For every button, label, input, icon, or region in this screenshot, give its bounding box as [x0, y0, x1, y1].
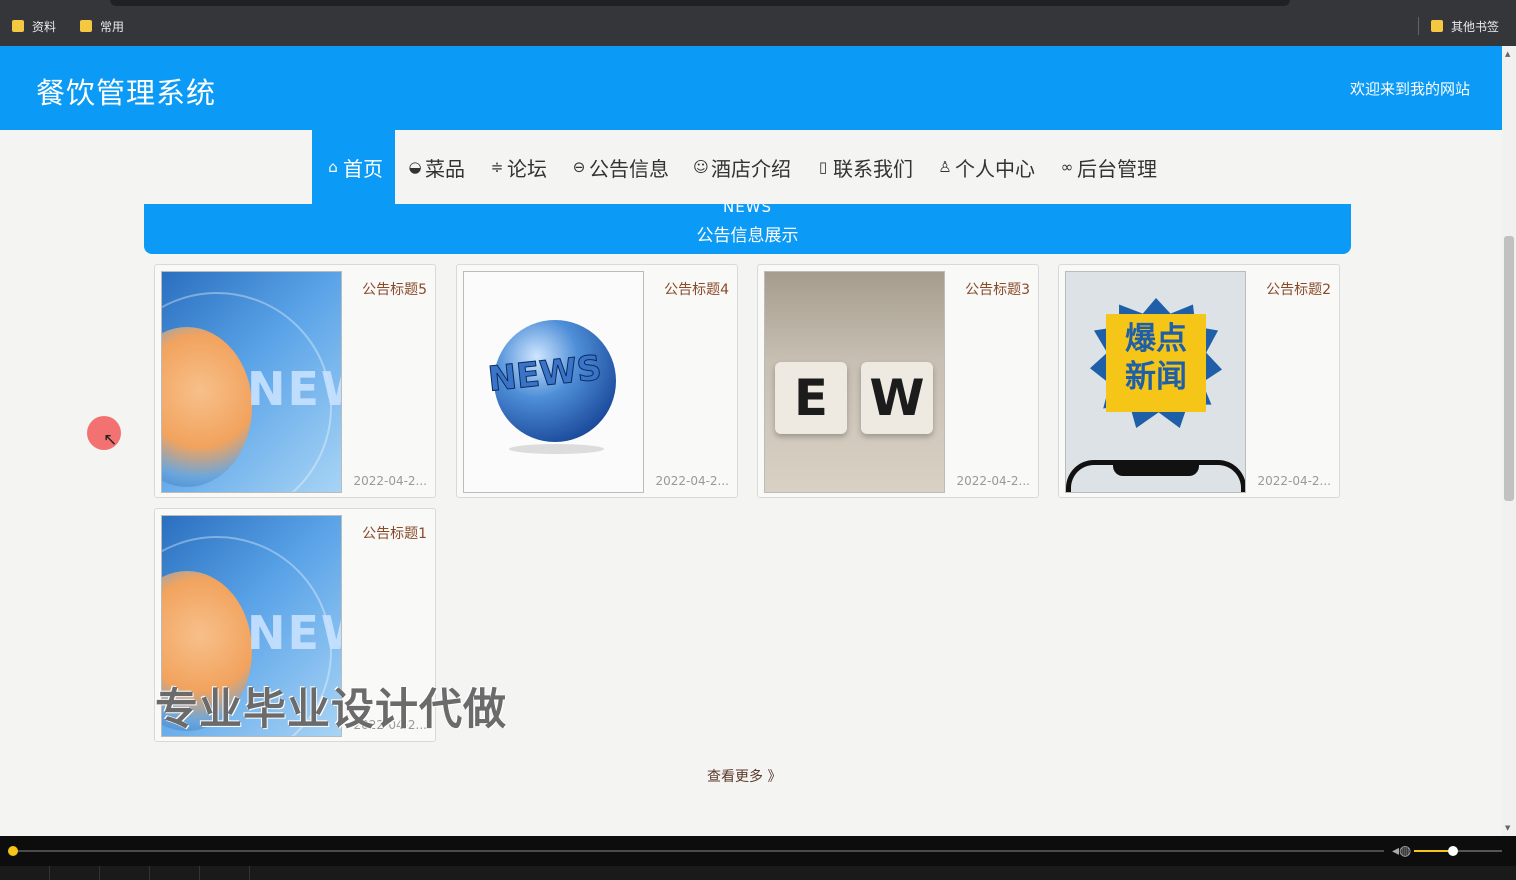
letter-block: E	[775, 362, 847, 434]
nav-item-forum[interactable]: ≑ 论坛	[477, 130, 559, 204]
sliders-icon: ≑	[490, 158, 504, 176]
nav-label: 酒店介绍	[711, 156, 791, 181]
address-bar[interactable]	[110, 0, 1290, 6]
scroll-up-icon[interactable]: ▲	[1505, 50, 1510, 58]
folder-icon	[80, 20, 92, 32]
home-icon: ⌂	[328, 158, 338, 176]
news-card[interactable]: E W 公告标题3 2022-04-2...	[757, 264, 1039, 498]
news-thumbnail[interactable]: 爆点 新闻	[1065, 271, 1246, 493]
notice-icon: ⊖	[572, 158, 586, 176]
globe-shadow	[509, 444, 604, 454]
nav-item-home[interactable]: ⌂ 首页	[312, 130, 395, 204]
card-title[interactable]: 公告标题4	[664, 279, 729, 299]
letter-block: W	[861, 362, 933, 434]
news-banner: NEWS 公告信息展示	[144, 204, 1351, 254]
nav-item-dishes[interactable]: ◒ 菜品	[395, 130, 477, 204]
card-date: 2022-04-2...	[655, 474, 729, 488]
nav-label: 后台管理	[1077, 156, 1157, 181]
nav-item-admin[interactable]: ∞ 后台管理	[1047, 130, 1169, 204]
contact-icon: ▯	[818, 158, 828, 176]
volume-icon[interactable]: ◂◍	[1392, 843, 1411, 859]
bowl-icon: ◒	[408, 158, 422, 176]
folder-icon	[1431, 20, 1443, 32]
site-header: 餐饮管理系统 欢迎来到我的网站	[0, 46, 1502, 130]
hotel-icon: ☺	[693, 158, 709, 176]
nav-label: 菜品	[425, 156, 465, 181]
control-slot[interactable]	[100, 866, 150, 880]
burst-line: 新闻	[1125, 359, 1187, 395]
news-thumbnail[interactable]: NEWS	[463, 271, 644, 493]
browser-toolbar: 资料 常用 其他书签	[0, 0, 1516, 46]
control-slot[interactable]	[200, 866, 250, 880]
thumbnail-text: NEW	[247, 362, 341, 416]
player-controls-strip	[0, 866, 1516, 880]
site-title: 餐饮管理系统	[36, 76, 217, 110]
nav-label: 联系我们	[833, 156, 913, 181]
bookmark-changyong[interactable]: 常用	[80, 17, 124, 35]
news-heading-cn: 公告信息展示	[696, 226, 799, 246]
bookmark-other[interactable]: 其他书签	[1431, 17, 1499, 35]
burst-line: 爆点	[1125, 321, 1187, 357]
news-thumbnail[interactable]: E W	[764, 271, 945, 493]
cursor-arrow-icon: ↖	[103, 430, 118, 450]
news-card[interactable]: NEW 公告标题5 2022-04-2...	[154, 264, 436, 498]
volume-handle[interactable]	[1448, 846, 1458, 856]
nav-item-hotel[interactable]: ☺ 酒店介绍	[681, 130, 803, 204]
news-card[interactable]: NEWS 公告标题4 2022-04-2...	[456, 264, 738, 498]
video-player-bar: ◂◍	[0, 836, 1516, 880]
user-icon: ♙	[938, 158, 952, 176]
nav-label: 个人中心	[955, 156, 1035, 181]
card-title[interactable]: 公告标题1	[362, 523, 427, 543]
scroll-down-icon[interactable]: ▼	[1505, 824, 1510, 832]
nav-label: 首页	[343, 156, 383, 181]
nav-item-profile[interactable]: ♙ 个人中心	[925, 130, 1047, 204]
nav-label: 论坛	[507, 156, 547, 181]
welcome-text: 欢迎来到我的网站	[1349, 80, 1470, 98]
view-more-link[interactable]: 查看更多 》	[707, 766, 781, 786]
bookmark-label: 常用	[100, 19, 125, 34]
bookmark-divider	[1418, 17, 1419, 35]
news-heading-en: NEWS	[722, 204, 773, 216]
bookmark-ziliao[interactable]: 资料	[12, 17, 56, 35]
progress-handle[interactable]	[8, 846, 18, 856]
nav-item-contact[interactable]: ▯ 联系我们	[803, 130, 925, 204]
watermark-text: 专业毕业设计代做	[155, 685, 507, 735]
control-slot[interactable]	[50, 866, 100, 880]
bookmark-label: 其他书签	[1451, 19, 1500, 34]
card-title[interactable]: 公告标题3	[965, 279, 1030, 299]
phone-notch	[1113, 462, 1199, 476]
progress-track[interactable]	[12, 850, 1384, 852]
card-date: 2022-04-2...	[956, 474, 1030, 488]
news-thumbnail[interactable]: NEW	[161, 271, 342, 493]
card-title[interactable]: 公告标题2	[1266, 279, 1331, 299]
nav-item-notice[interactable]: ⊖ 公告信息	[559, 130, 681, 204]
card-date: 2022-04-2...	[353, 474, 427, 488]
main-nav: ⌂ 首页 ◒ 菜品 ≑ 论坛 ⊖ 公告信息 ☺ 酒店介绍 ▯ 联系我们 ♙ 个人…	[312, 130, 1169, 204]
page-scrollbar[interactable]: ▲ ▼	[1502, 46, 1516, 836]
control-slot[interactable]	[0, 866, 50, 880]
thumbnail-text: NEW	[247, 606, 341, 660]
card-title[interactable]: 公告标题5	[362, 279, 427, 299]
control-slot[interactable]	[150, 866, 200, 880]
bookmark-label: 资料	[32, 19, 57, 34]
folder-icon	[12, 20, 24, 32]
link-icon: ∞	[1060, 158, 1074, 176]
burst-text: 爆点 新闻	[1106, 320, 1206, 396]
card-date: 2022-04-2...	[1257, 474, 1331, 488]
news-card[interactable]: 爆点 新闻 公告标题2 2022-04-2...	[1058, 264, 1340, 498]
scroll-thumb[interactable]	[1504, 236, 1514, 501]
nav-label: 公告信息	[589, 156, 669, 181]
